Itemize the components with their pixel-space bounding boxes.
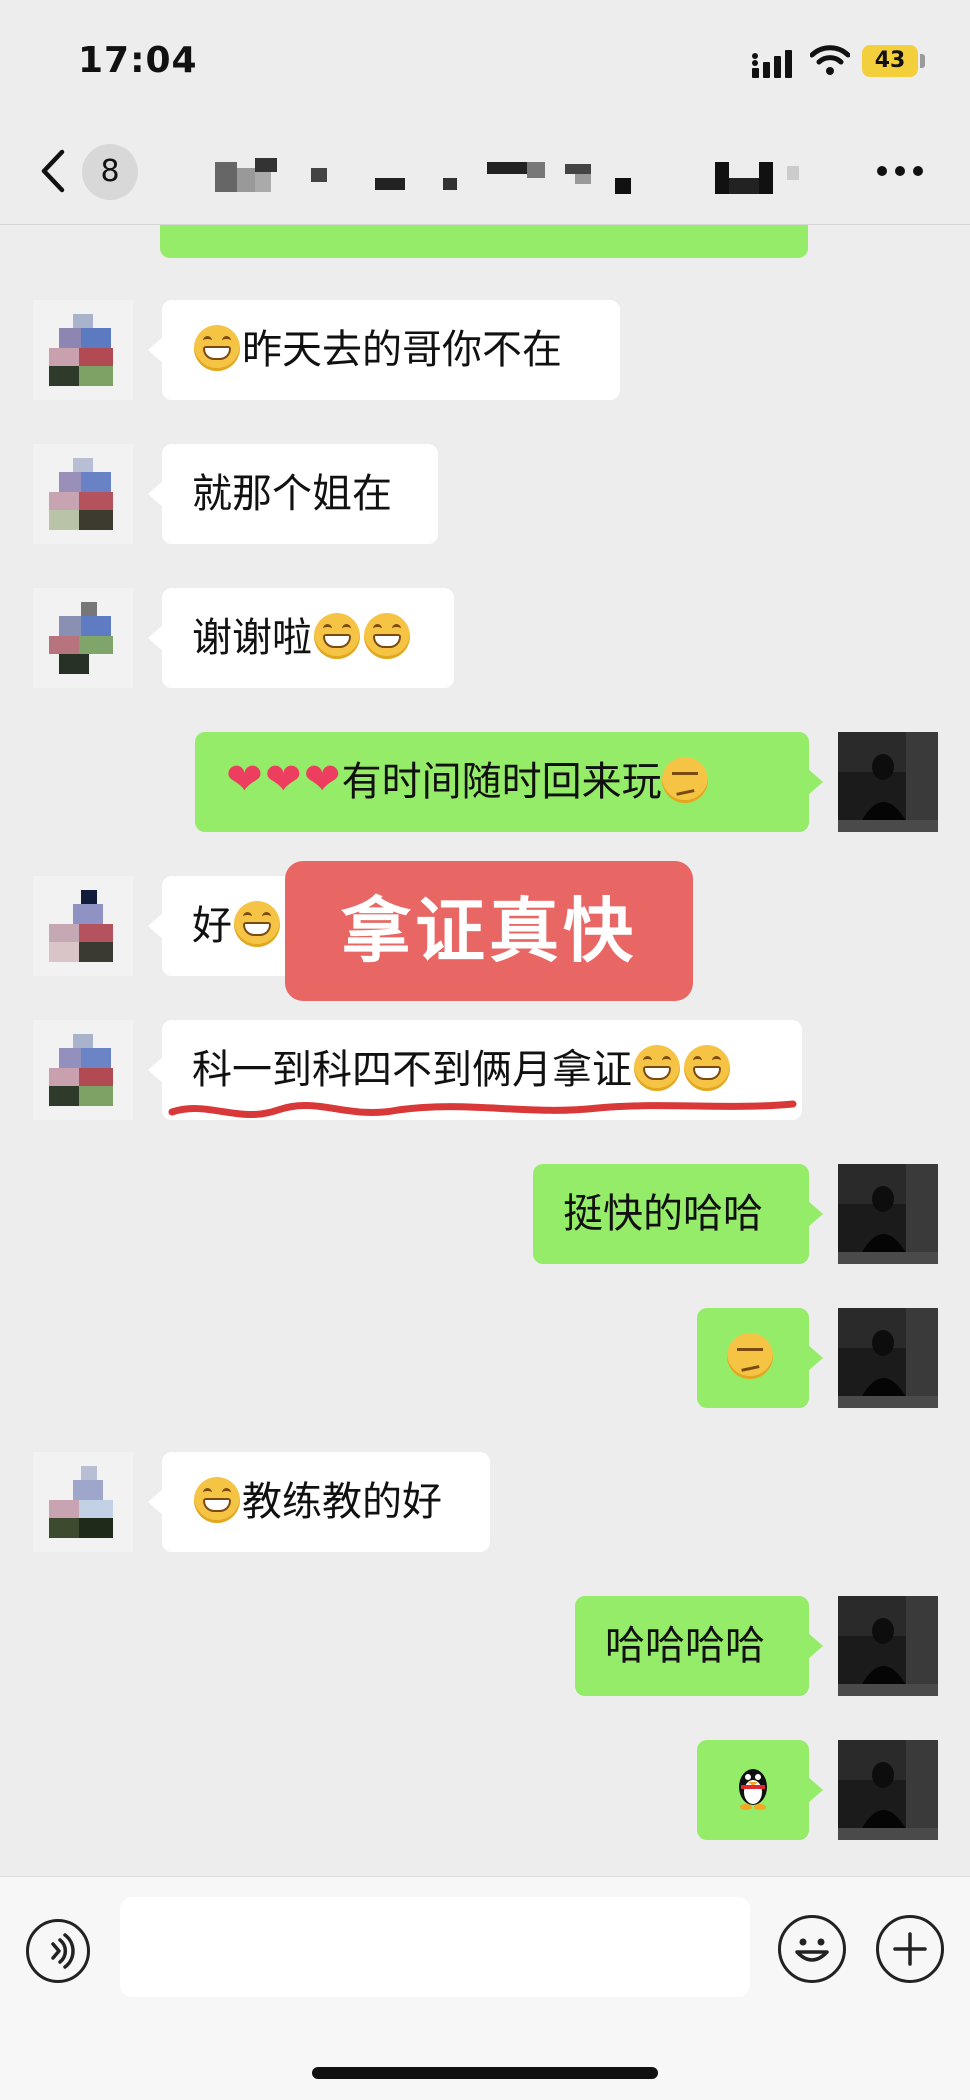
outgoing-message-bubble[interactable]: ❤❤❤有时间随时回来玩 — [195, 732, 823, 832]
plus-icon[interactable] — [876, 1915, 944, 1983]
message-text: 好 — [192, 903, 232, 949]
signal-icon — [752, 50, 792, 78]
contact-avatar[interactable] — [33, 876, 133, 976]
grin-emoji-icon — [364, 613, 410, 659]
caption-overlay: 拿证真快 — [285, 861, 693, 1001]
incoming-message-bubble[interactable]: 教练教的好 — [148, 1452, 490, 1552]
home-indicator[interactable] — [312, 2067, 658, 2079]
battery-indicator: 43 — [862, 45, 918, 77]
wifi-icon — [810, 45, 850, 75]
heart-emoji-icon: ❤ — [303, 754, 341, 805]
voice-icon[interactable] — [26, 1919, 90, 1983]
contact-avatar[interactable] — [33, 588, 133, 688]
emoji-icon[interactable] — [778, 1915, 846, 1983]
contact-avatar[interactable] — [33, 444, 133, 544]
contact-avatar[interactable] — [33, 1020, 133, 1120]
smirk-emoji-icon — [661, 757, 708, 803]
heart-emoji-icon: ❤ — [226, 754, 263, 805]
chat-title-blurred — [215, 158, 799, 194]
chat-nav-bar: 8 — [0, 120, 970, 225]
message-input[interactable] — [120, 1897, 750, 1997]
incoming-message-bubble[interactable]: 就那个姐在 — [148, 444, 438, 544]
status-time: 17:04 — [78, 40, 198, 81]
outgoing-message-bubble[interactable]: 挺快的哈哈 — [533, 1164, 823, 1264]
message-text: 就那个姐在 — [192, 471, 392, 517]
message-text: 谢谢啦 — [192, 615, 312, 661]
user-avatar[interactable] — [838, 1308, 938, 1408]
user-avatar[interactable] — [838, 732, 938, 832]
red-underline-annotation — [168, 1100, 797, 1118]
user-avatar[interactable] — [838, 1740, 938, 1840]
more-icon[interactable] — [876, 164, 924, 178]
message-text: 有时间随时回来玩 — [341, 759, 662, 805]
outgoing-message-bubble[interactable] — [697, 1740, 823, 1840]
message-text: 哈哈哈哈 — [605, 1623, 765, 1669]
chat-message-list[interactable]: 昨天去的哥你不在 就那个姐在 谢谢啦 ❤❤❤有时间随时回来玩 好 科一到科四不到… — [0, 224, 970, 1876]
penguin-emoji-icon — [739, 1769, 767, 1810]
smirk-emoji-icon — [727, 1333, 773, 1379]
message-text: 挺快的哈哈 — [563, 1191, 763, 1237]
chevron-left-icon[interactable] — [34, 146, 74, 196]
heart-emoji-icon: ❤ — [264, 754, 302, 805]
contact-avatar[interactable] — [33, 300, 133, 400]
message-text: 教练教的好 — [242, 1479, 442, 1525]
incoming-message-bubble[interactable]: 谢谢啦 — [148, 588, 454, 688]
status-bar: 17:04 43 — [0, 0, 970, 120]
incoming-message-bubble[interactable]: 昨天去的哥你不在 — [148, 300, 620, 400]
contact-avatar[interactable] — [33, 1452, 133, 1552]
message-input-bar — [0, 1876, 970, 2100]
grin-emoji-icon — [314, 613, 360, 659]
unread-badge[interactable]: 8 — [82, 144, 138, 200]
outgoing-message-bubble[interactable]: 哈哈哈哈 — [575, 1596, 823, 1696]
user-avatar[interactable] — [838, 1596, 938, 1696]
battery-tip — [920, 54, 925, 68]
grin-emoji-icon — [234, 901, 280, 947]
message-text: 昨天去的哥你不在 — [242, 327, 562, 373]
outgoing-message-bubble[interactable] — [697, 1308, 823, 1408]
user-avatar[interactable] — [838, 1164, 938, 1264]
previous-message-bubble[interactable] — [160, 224, 808, 258]
grin-emoji-icon — [194, 1477, 240, 1523]
grin-emoji-icon — [194, 325, 240, 371]
